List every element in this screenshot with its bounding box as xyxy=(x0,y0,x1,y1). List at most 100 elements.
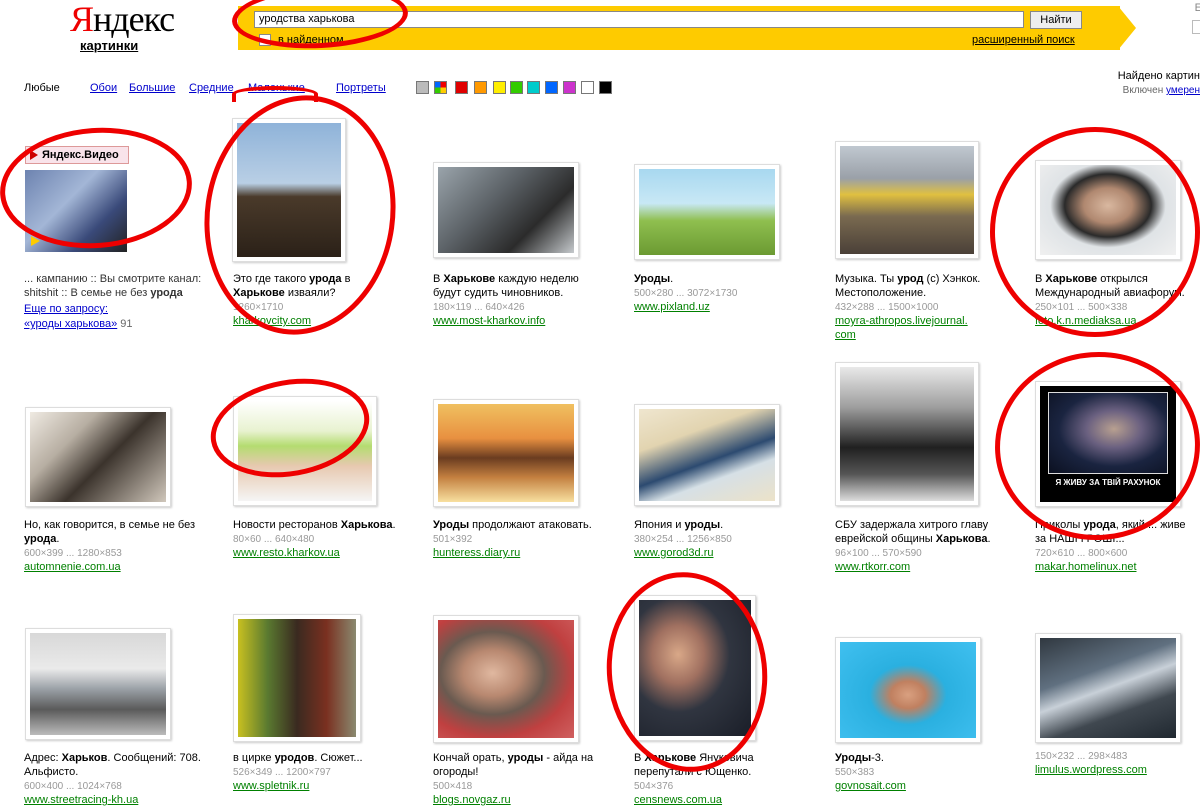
result-url[interactable]: www.streetracing-kh.ua xyxy=(24,794,138,806)
filter-medium[interactable]: Средние xyxy=(189,82,234,94)
title-part: продолжают атаковать. xyxy=(469,519,592,531)
result-title: Япония и уроды. xyxy=(634,518,814,532)
annotation-circle xyxy=(981,118,1200,346)
result-size: 500×280 ... 3072×1730 xyxy=(634,288,738,299)
result-url[interactable]: www.spletnik.ru xyxy=(233,780,309,792)
color-filter-red[interactable] xyxy=(455,81,468,94)
result-url[interactable]: blogs.novgaz.ru xyxy=(433,794,511,806)
title-bold: уроды xyxy=(507,752,544,764)
filter-wallpapers[interactable]: Обои xyxy=(90,82,117,94)
result-url[interactable]: www.rtkorr.com xyxy=(835,561,910,573)
title-part: Но, как говорится, в семье не без xyxy=(24,519,196,531)
result-size: 380×254 ... 1256×850 xyxy=(634,534,732,545)
filter-portraits[interactable]: Портреты xyxy=(336,82,386,94)
color-filter-multicolor[interactable] xyxy=(434,81,447,94)
color-filter-green[interactable] xyxy=(510,81,523,94)
result-url[interactable]: moyra-athropos.livejournal. xyxy=(835,315,968,327)
color-filter-orange[interactable] xyxy=(474,81,487,94)
result-thumbnail[interactable] xyxy=(433,162,579,258)
title-part: . xyxy=(392,519,396,531)
title-part: каждую неделю xyxy=(495,273,579,285)
result-thumbnail[interactable] xyxy=(1035,633,1181,743)
color-filter-blue[interactable] xyxy=(545,81,558,94)
result-url[interactable]: www.pixland.uz xyxy=(634,301,710,313)
color-filter-white[interactable] xyxy=(581,81,594,94)
result-thumbnail[interactable] xyxy=(25,407,171,507)
car-interior-image xyxy=(30,412,166,502)
pool-image xyxy=(840,642,976,738)
shouting-man-image xyxy=(438,620,574,738)
title-part: . Сюжет... xyxy=(314,752,363,764)
result-url[interactable]: limulus.wordpress.com xyxy=(1035,764,1147,776)
title-part: В xyxy=(433,273,444,285)
result-thumbnail[interactable] xyxy=(634,404,780,506)
title-part: еврейской общины xyxy=(835,533,936,545)
result-thumbnail[interactable] xyxy=(835,362,979,506)
result-thumbnail[interactable] xyxy=(634,164,780,260)
title-part: . xyxy=(720,519,724,531)
color-filter-gray[interactable] xyxy=(416,81,429,94)
related-query-count: 91 xyxy=(120,318,133,330)
result-thumbnail[interactable] xyxy=(433,615,579,743)
video-text-2: shitshit :: В семье не без урода xyxy=(24,286,204,300)
title-part: . xyxy=(670,273,674,285)
result-thumbnail[interactable] xyxy=(835,637,981,743)
title-bold: Харькова xyxy=(340,519,393,531)
result-thumbnail[interactable] xyxy=(25,628,171,740)
result-url[interactable]: automnenie.com.ua xyxy=(24,561,121,573)
result-title: Уроды. xyxy=(634,272,814,286)
result-url[interactable]: censnews.com.ua xyxy=(634,794,722,806)
safe-search-link[interactable]: умерен xyxy=(1166,85,1200,96)
result-size: 504×376 xyxy=(634,781,674,792)
result-size: 526×349 ... 1200×797 xyxy=(233,767,331,778)
shark-image xyxy=(1040,638,1176,738)
result-thumbnail[interactable] xyxy=(835,141,979,259)
result-size: 720×610 ... 800×600 xyxy=(1035,548,1128,559)
result-url[interactable]: www.most-kharkov.info xyxy=(433,315,545,327)
search-bar-arrow xyxy=(1118,6,1136,50)
advanced-search-link[interactable]: расширенный поиск xyxy=(972,34,1075,46)
safe-search-status: Включен умерен xyxy=(1123,85,1200,96)
title-part: -3. xyxy=(871,752,884,764)
service-link-images[interactable]: картинки xyxy=(80,38,138,53)
title-bold: Уроды xyxy=(433,519,470,531)
result-url-cont[interactable]: com xyxy=(835,329,856,341)
result-size: 150×232 ... 298×483 xyxy=(1035,751,1128,762)
title-bold: уродов xyxy=(274,752,315,764)
result-size: 500×418 xyxy=(433,781,473,792)
title-part: огороды! xyxy=(433,766,479,778)
top-right-icon[interactable] xyxy=(1192,20,1200,34)
title-part: Музыка. Ты xyxy=(835,273,898,285)
color-filter-violet[interactable] xyxy=(563,81,576,94)
color-filter-yellow[interactable] xyxy=(493,81,506,94)
more-by-query-link[interactable]: Еще по запросу: xyxy=(24,303,108,315)
annotation-circle xyxy=(189,82,411,348)
wave-image xyxy=(639,409,775,501)
found-count: Найдено картин xyxy=(1117,70,1200,82)
result-title: Адрес: Харьков. Сообщений: 708. Альфисто. xyxy=(24,751,204,779)
filter-any[interactable]: Любые xyxy=(24,82,60,94)
yandex-logo[interactable]: Яндекс xyxy=(70,0,175,38)
title-bold: урод xyxy=(897,273,924,285)
top-right-link[interactable]: Е xyxy=(1195,2,1200,14)
result-url[interactable]: hunteress.diary.ru xyxy=(433,547,520,559)
result-url[interactable]: govnosait.com xyxy=(835,780,906,792)
circus-image xyxy=(238,619,356,737)
result-url[interactable]: makar.homelinux.net xyxy=(1035,561,1137,573)
title-bold: Уроды xyxy=(634,273,671,285)
result-title: В Харькове каждую неделю будут судить чин… xyxy=(433,272,613,300)
result-thumbnail[interactable] xyxy=(433,399,579,507)
search-button[interactable]: Найти xyxy=(1030,11,1082,29)
result-url[interactable]: www.resto.kharkov.ua xyxy=(233,547,340,559)
cartoon-image xyxy=(639,169,775,255)
color-filter-cyan[interactable] xyxy=(527,81,540,94)
result-size: 600×400 ... 1024×768 xyxy=(24,781,122,792)
title-bold: Уроды xyxy=(835,752,872,764)
safe-search-prefix: Включен xyxy=(1122,85,1167,96)
video-text-1: ... кампанию :: Вы смотрите канал: xyxy=(24,273,202,285)
result-url[interactable]: www.gorod3d.ru xyxy=(634,547,714,559)
color-filter-black[interactable] xyxy=(599,81,612,94)
filter-large[interactable]: Большие xyxy=(129,82,175,94)
result-thumbnail[interactable] xyxy=(233,614,361,742)
related-query-link[interactable]: «уроды харькова» xyxy=(24,318,117,330)
